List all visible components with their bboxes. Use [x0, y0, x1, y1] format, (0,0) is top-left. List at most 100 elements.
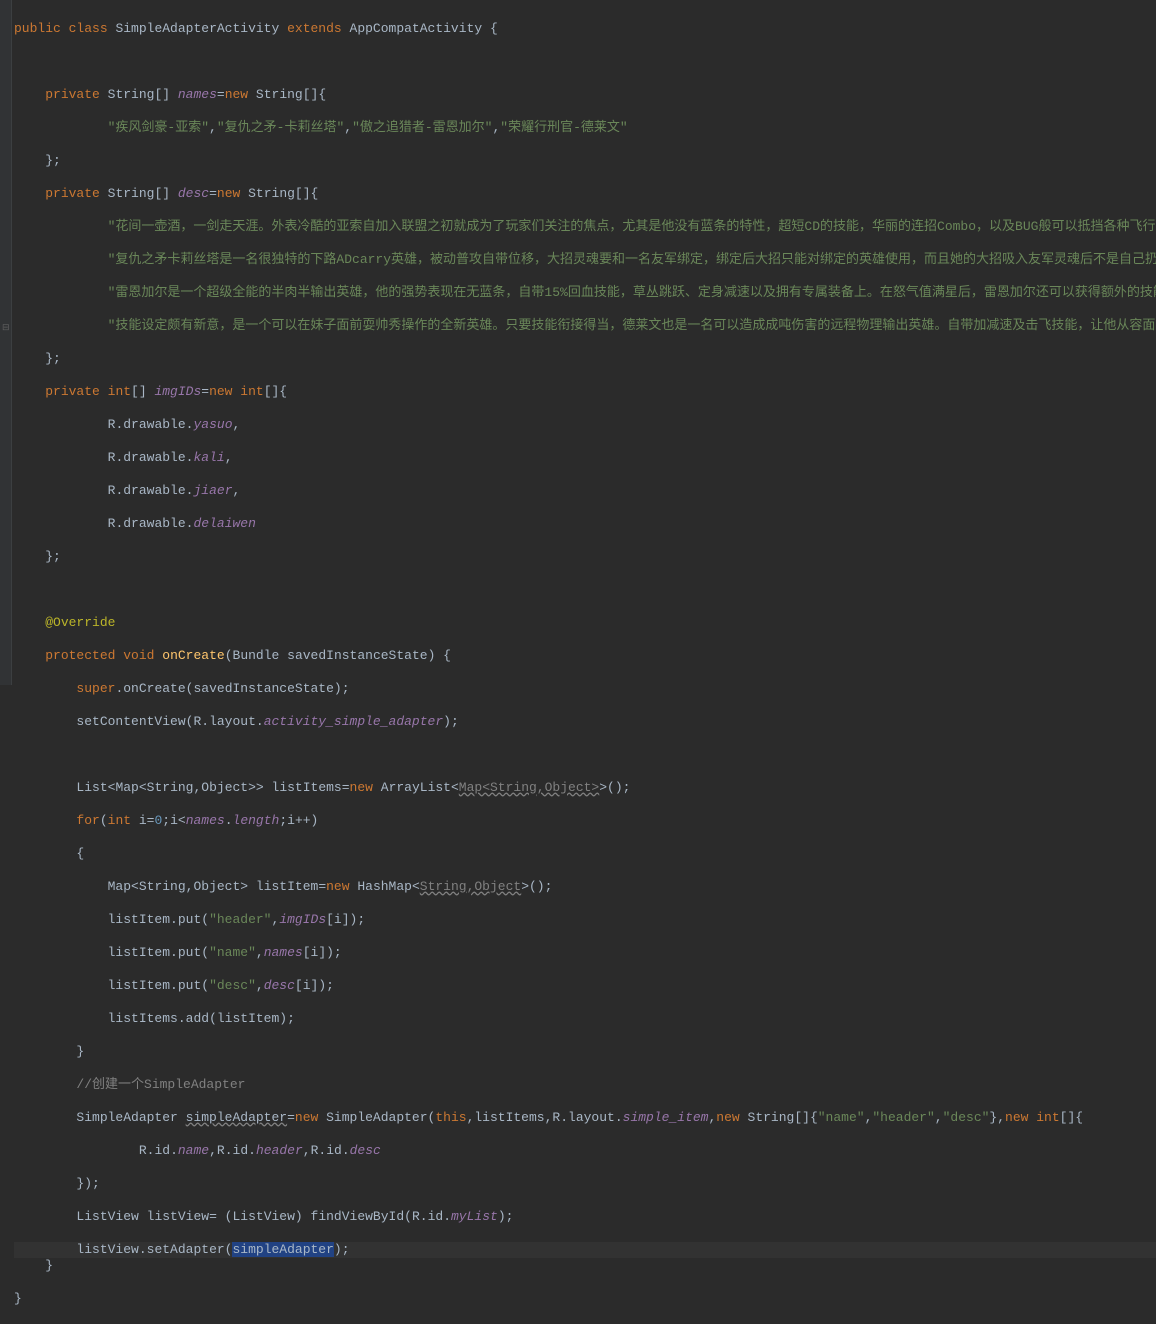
field-imgids: imgIDs	[279, 912, 326, 927]
type: String	[139, 879, 186, 894]
type: SimpleAdapter	[326, 1110, 427, 1125]
var: listView	[76, 1242, 138, 1257]
ref: layout	[568, 1110, 615, 1125]
keyword: int	[108, 384, 131, 399]
id-ref: header	[256, 1143, 303, 1158]
method-oncreate: onCreate	[162, 648, 224, 663]
keyword: new	[716, 1110, 739, 1125]
keyword: new	[209, 384, 232, 399]
string-literal: "傲之追猎者-雷恩加尔"	[352, 120, 492, 135]
ref: R	[412, 1209, 420, 1224]
warning-generic: String,Object	[420, 879, 521, 894]
drawable-delaiwen: delaiwen	[193, 516, 255, 531]
var: simpleAdapter	[186, 1110, 287, 1125]
string-literal: "疾风剑豪-亚索"	[108, 120, 209, 135]
annotation-override: @Override	[45, 615, 115, 630]
type: String[]	[256, 87, 318, 102]
ref: R	[193, 714, 201, 729]
ref: id	[428, 1209, 444, 1224]
var: i	[139, 813, 147, 828]
field-names: names	[264, 945, 303, 960]
drawable-kali: kali	[193, 450, 224, 465]
var: listView	[147, 1209, 209, 1224]
ref: id	[154, 1143, 170, 1158]
drawable-jiaer: jiaer	[193, 483, 232, 498]
var: listItem	[108, 945, 170, 960]
drawable-yasuo: yasuo	[193, 417, 232, 432]
field-names: names	[186, 813, 225, 828]
keyword: void	[123, 648, 154, 663]
param: savedInstanceState	[287, 648, 427, 663]
type: String[]	[108, 186, 170, 201]
string-literal: "复仇之矛卡莉丝塔是一名很独特的下路ADcarry英雄，被动普攻自带位移，大招灵…	[108, 252, 1156, 267]
ref: R	[217, 1143, 225, 1158]
string-literal: "header"	[872, 1110, 934, 1125]
var: listItem	[108, 978, 170, 993]
var: listItem	[256, 879, 318, 894]
type: Object	[193, 879, 240, 894]
fold-toggle-icon[interactable]: ⊟	[2, 320, 10, 337]
keyword: this	[435, 1110, 466, 1125]
string-literal: "花间一壶酒，一剑走天涯。外表冷酷的亚索自加入联盟之初就成为了玩家们关注的焦点，…	[108, 219, 1156, 234]
method-call: findViewById	[311, 1209, 405, 1224]
field-imgids: imgIDs	[154, 384, 201, 399]
keyword: new	[225, 87, 248, 102]
keyword: new	[295, 1110, 318, 1125]
string-literal: "desc"	[943, 1110, 990, 1125]
number: 0	[154, 813, 162, 828]
type: String[]	[748, 1110, 810, 1125]
type: Map	[115, 780, 138, 795]
field-desc: desc	[178, 186, 209, 201]
string-literal: "荣耀行刑官-德莱文"	[500, 120, 627, 135]
type: ListView	[76, 1209, 138, 1224]
type: Object	[201, 780, 248, 795]
field-desc: desc	[264, 978, 295, 993]
ref: drawable	[123, 417, 185, 432]
keyword: private	[45, 384, 100, 399]
code-editor[interactable]: public class SimpleAdapterActivity exten…	[14, 4, 1156, 1324]
super-class: AppCompatActivity	[350, 21, 483, 36]
var: listItems	[272, 780, 342, 795]
type: String[]	[108, 87, 170, 102]
ref: drawable	[123, 483, 185, 498]
keyword: extends	[287, 21, 342, 36]
keyword: new	[350, 780, 373, 795]
field-names: names	[178, 87, 217, 102]
method-call: add	[186, 1011, 209, 1026]
ref: id	[233, 1143, 249, 1158]
id-ref: name	[178, 1143, 209, 1158]
class-name: SimpleAdapterActivity	[115, 21, 279, 36]
comment: //创建一个SimpleAdapter	[76, 1077, 245, 1092]
method-call: setAdapter	[147, 1242, 225, 1257]
selection: simpleAdapter	[232, 1242, 333, 1257]
type: String[]	[248, 186, 310, 201]
string-literal: "雷恩加尔是一个超级全能的半肉半输出英雄，他的强势表现在无蓝条，自带15%回血技…	[108, 285, 1156, 300]
field-length: length	[233, 813, 280, 828]
ref: id	[326, 1143, 342, 1158]
ref: drawable	[123, 516, 185, 531]
keyword: for	[76, 813, 99, 828]
ref: R	[108, 483, 116, 498]
string-literal: "复仇之矛-卡莉丝塔"	[217, 120, 344, 135]
keyword: super	[76, 681, 115, 696]
var: listItems	[108, 1011, 178, 1026]
ref: R	[108, 450, 116, 465]
ref: layout	[209, 714, 256, 729]
ref: R	[108, 516, 116, 531]
type: Bundle	[233, 648, 280, 663]
ref: R	[108, 417, 116, 432]
var: listItem	[108, 912, 170, 927]
id-ref: myList	[451, 1209, 498, 1224]
type: ArrayList	[381, 780, 451, 795]
type: ListView	[232, 1209, 294, 1224]
string-literal: "name"	[818, 1110, 865, 1125]
keyword: protected	[45, 648, 115, 663]
caret-line[interactable]: listView.setAdapter(simpleAdapter);	[14, 1242, 1156, 1259]
method-call: put	[178, 945, 201, 960]
ref: R	[311, 1143, 319, 1158]
method-call: onCreate	[123, 681, 185, 696]
keyword: new	[217, 186, 240, 201]
type: Map	[108, 879, 131, 894]
string-literal: "desc"	[209, 978, 256, 993]
var: savedInstanceState	[193, 681, 333, 696]
